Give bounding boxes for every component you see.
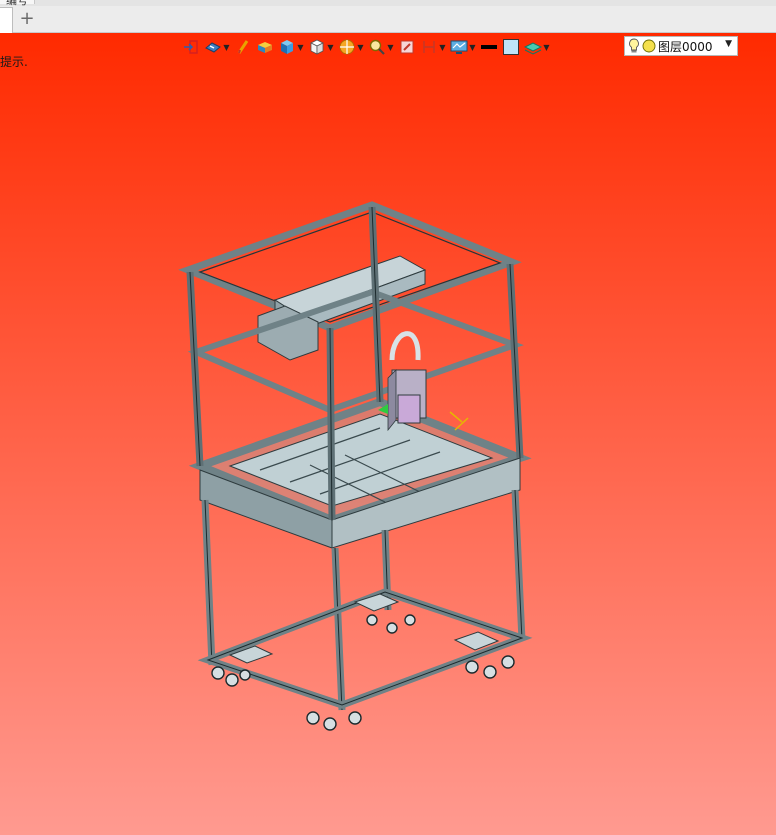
frame-structure (178, 201, 533, 711)
document-tab[interactable] (0, 7, 13, 33)
3d-viewport[interactable]: 提示. ▼ ▼ ▼ ▼ ▼ ▼ ▼ ▼ 图层0000 ▼ (0, 33, 776, 835)
casters (211, 614, 515, 731)
document-tab-bar: + (0, 6, 776, 33)
3d-model[interactable] (0, 33, 776, 835)
foot-plates (228, 593, 500, 664)
clipped-tab[interactable]: 编号 (0, 0, 35, 6)
tool-head (378, 331, 469, 432)
add-tab-button[interactable]: + (18, 8, 36, 30)
